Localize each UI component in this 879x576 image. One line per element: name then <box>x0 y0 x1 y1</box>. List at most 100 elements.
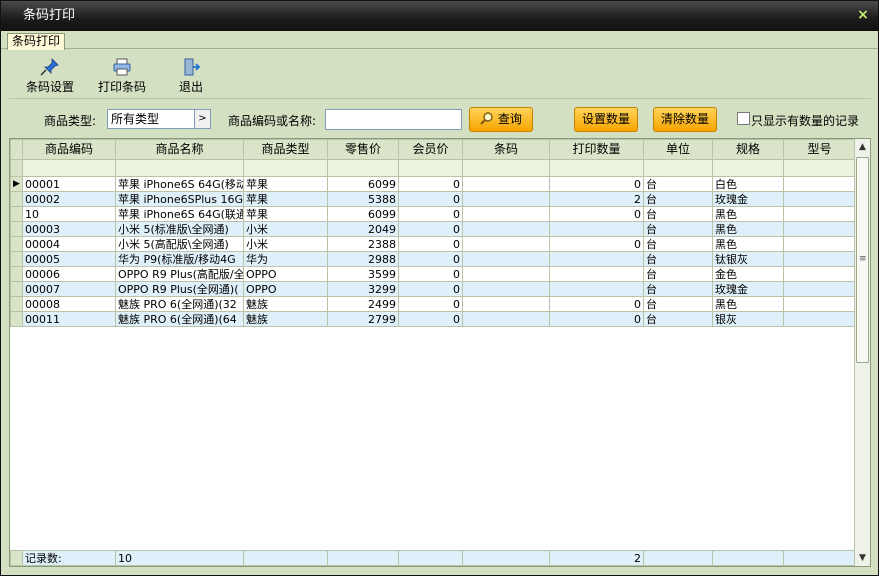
column-header[interactable]: 单位 <box>643 139 713 160</box>
column-header[interactable]: 条码 <box>462 139 550 160</box>
table-cell[interactable]: 0 <box>549 296 644 312</box>
filter-cell[interactable] <box>327 159 399 177</box>
table-cell[interactable] <box>783 221 856 237</box>
table-cell[interactable]: 0 <box>398 251 463 267</box>
table-cell[interactable] <box>783 206 856 222</box>
table-cell[interactable]: 台 <box>643 311 713 327</box>
table-cell[interactable] <box>549 281 644 297</box>
search-button[interactable]: 查询 <box>469 107 533 132</box>
table-cell[interactable] <box>462 221 550 237</box>
table-cell[interactable] <box>462 176 550 192</box>
column-header[interactable]: 商品类型 <box>243 139 328 160</box>
table-cell[interactable]: 0 <box>398 236 463 252</box>
table-cell[interactable]: 00008 <box>22 296 116 312</box>
table-cell[interactable] <box>462 311 550 327</box>
table-cell[interactable]: 2 <box>549 191 644 207</box>
exit-button[interactable]: 退出 <box>171 58 211 98</box>
row-indicator[interactable] <box>10 206 23 222</box>
table-cell[interactable]: 6099 <box>327 206 399 222</box>
column-header[interactable]: 商品名称 <box>115 139 244 160</box>
table-cell[interactable]: 台 <box>643 176 713 192</box>
table-cell[interactable]: 2388 <box>327 236 399 252</box>
table-cell[interactable]: 华为 <box>243 251 328 267</box>
chevron-right-icon[interactable]: > <box>194 110 210 128</box>
filter-cell[interactable] <box>243 159 328 177</box>
table-cell[interactable]: OPPO <box>243 281 328 297</box>
table-cell[interactable] <box>462 206 550 222</box>
table-cell[interactable] <box>783 191 856 207</box>
table-cell[interactable]: 0 <box>398 281 463 297</box>
print-barcode-button[interactable]: 打印条码 <box>95 58 149 98</box>
table-cell[interactable]: 黑色 <box>712 221 784 237</box>
table-cell[interactable] <box>549 221 644 237</box>
table-cell[interactable]: 钛银灰 <box>712 251 784 267</box>
table-cell[interactable]: 银灰 <box>712 311 784 327</box>
table-cell[interactable]: 苹果 <box>243 176 328 192</box>
table-cell[interactable]: 小米 5(高配版\全网通) <box>115 236 244 252</box>
table-cell[interactable]: 3299 <box>327 281 399 297</box>
table-cell[interactable]: 台 <box>643 266 713 282</box>
table-cell[interactable]: 0 <box>398 266 463 282</box>
column-header[interactable]: 零售价 <box>327 139 399 160</box>
row-indicator[interactable] <box>10 236 23 252</box>
table-row[interactable]: 00003 小米 5(标准版\全网通) 小米 2049 0 台黑色 <box>10 221 856 237</box>
scroll-up-arrow-icon[interactable]: ▲ <box>855 139 870 155</box>
table-cell[interactable]: 小米 <box>243 236 328 252</box>
table-cell[interactable]: 台 <box>643 206 713 222</box>
table-cell[interactable] <box>783 296 856 312</box>
table-cell[interactable]: 2499 <box>327 296 399 312</box>
table-cell[interactable]: 苹果 iPhone6SPlus 16G <box>115 191 244 207</box>
table-cell[interactable]: 台 <box>643 236 713 252</box>
table-cell[interactable] <box>462 281 550 297</box>
filter-cell[interactable] <box>712 159 784 177</box>
column-header[interactable]: 型号 <box>783 139 856 160</box>
table-cell[interactable]: 00005 <box>22 251 116 267</box>
table-cell[interactable]: 苹果 iPhone6S 64G(移动 <box>115 176 244 192</box>
table-cell[interactable]: 小米 5(标准版\全网通) <box>115 221 244 237</box>
table-cell[interactable]: 0 <box>398 296 463 312</box>
type-select[interactable]: 所有类型 > <box>107 109 211 129</box>
table-cell[interactable]: 台 <box>643 251 713 267</box>
column-header[interactable]: 商品编码 <box>22 139 116 160</box>
tab-barcode-print[interactable]: 条码打印 <box>7 33 66 50</box>
table-cell[interactable]: 玫瑰金 <box>712 191 784 207</box>
filter-cell[interactable] <box>783 159 856 177</box>
table-cell[interactable]: 2799 <box>327 311 399 327</box>
clear-quantity-button[interactable]: 清除数量 <box>653 107 717 132</box>
table-cell[interactable]: 0 <box>398 176 463 192</box>
table-cell[interactable]: 台 <box>643 296 713 312</box>
filter-cell[interactable] <box>462 159 550 177</box>
filter-cell[interactable] <box>549 159 644 177</box>
table-cell[interactable] <box>462 236 550 252</box>
table-cell[interactable]: 5388 <box>327 191 399 207</box>
table-cell[interactable]: 苹果 <box>243 206 328 222</box>
table-cell[interactable]: 黑色 <box>712 296 784 312</box>
table-cell[interactable] <box>549 266 644 282</box>
table-cell[interactable]: 华为 P9(标准版/移动4G <box>115 251 244 267</box>
table-cell[interactable] <box>783 176 856 192</box>
table-cell[interactable]: 0 <box>549 236 644 252</box>
scroll-thumb[interactable]: ≡ <box>856 157 869 363</box>
table-cell[interactable] <box>783 311 856 327</box>
table-cell[interactable] <box>462 296 550 312</box>
close-button[interactable]: × <box>856 8 870 22</box>
column-header[interactable]: 规格 <box>712 139 784 160</box>
table-cell[interactable] <box>549 251 644 267</box>
table-cell[interactable]: 00006 <box>22 266 116 282</box>
table-row[interactable]: 00005 华为 P9(标准版/移动4G 华为 2988 0 台钛银灰 <box>10 251 856 267</box>
table-cell[interactable]: 魅族 <box>243 311 328 327</box>
table-row[interactable]: 00011 魅族 PRO 6(全网通)(64 魅族 2799 0 0 台银灰 <box>10 311 856 327</box>
row-indicator[interactable] <box>10 251 23 267</box>
column-header[interactable]: 会员价 <box>398 139 463 160</box>
table-cell[interactable]: 苹果 iPhone6S 64G(联通 <box>115 206 244 222</box>
table-cell[interactable]: 苹果 <box>243 191 328 207</box>
row-indicator[interactable] <box>10 221 23 237</box>
table-cell[interactable] <box>783 236 856 252</box>
table-cell[interactable]: 00007 <box>22 281 116 297</box>
filter-cell[interactable] <box>643 159 713 177</box>
table-cell[interactable]: 0 <box>398 311 463 327</box>
scroll-down-arrow-icon[interactable]: ▼ <box>855 550 870 566</box>
table-row[interactable]: 10 苹果 iPhone6S 64G(联通 苹果 6099 0 0 台黑色 <box>10 206 856 222</box>
row-indicator[interactable] <box>10 281 23 297</box>
table-cell[interactable]: OPPO R9 Plus(高配版/全 <box>115 266 244 282</box>
